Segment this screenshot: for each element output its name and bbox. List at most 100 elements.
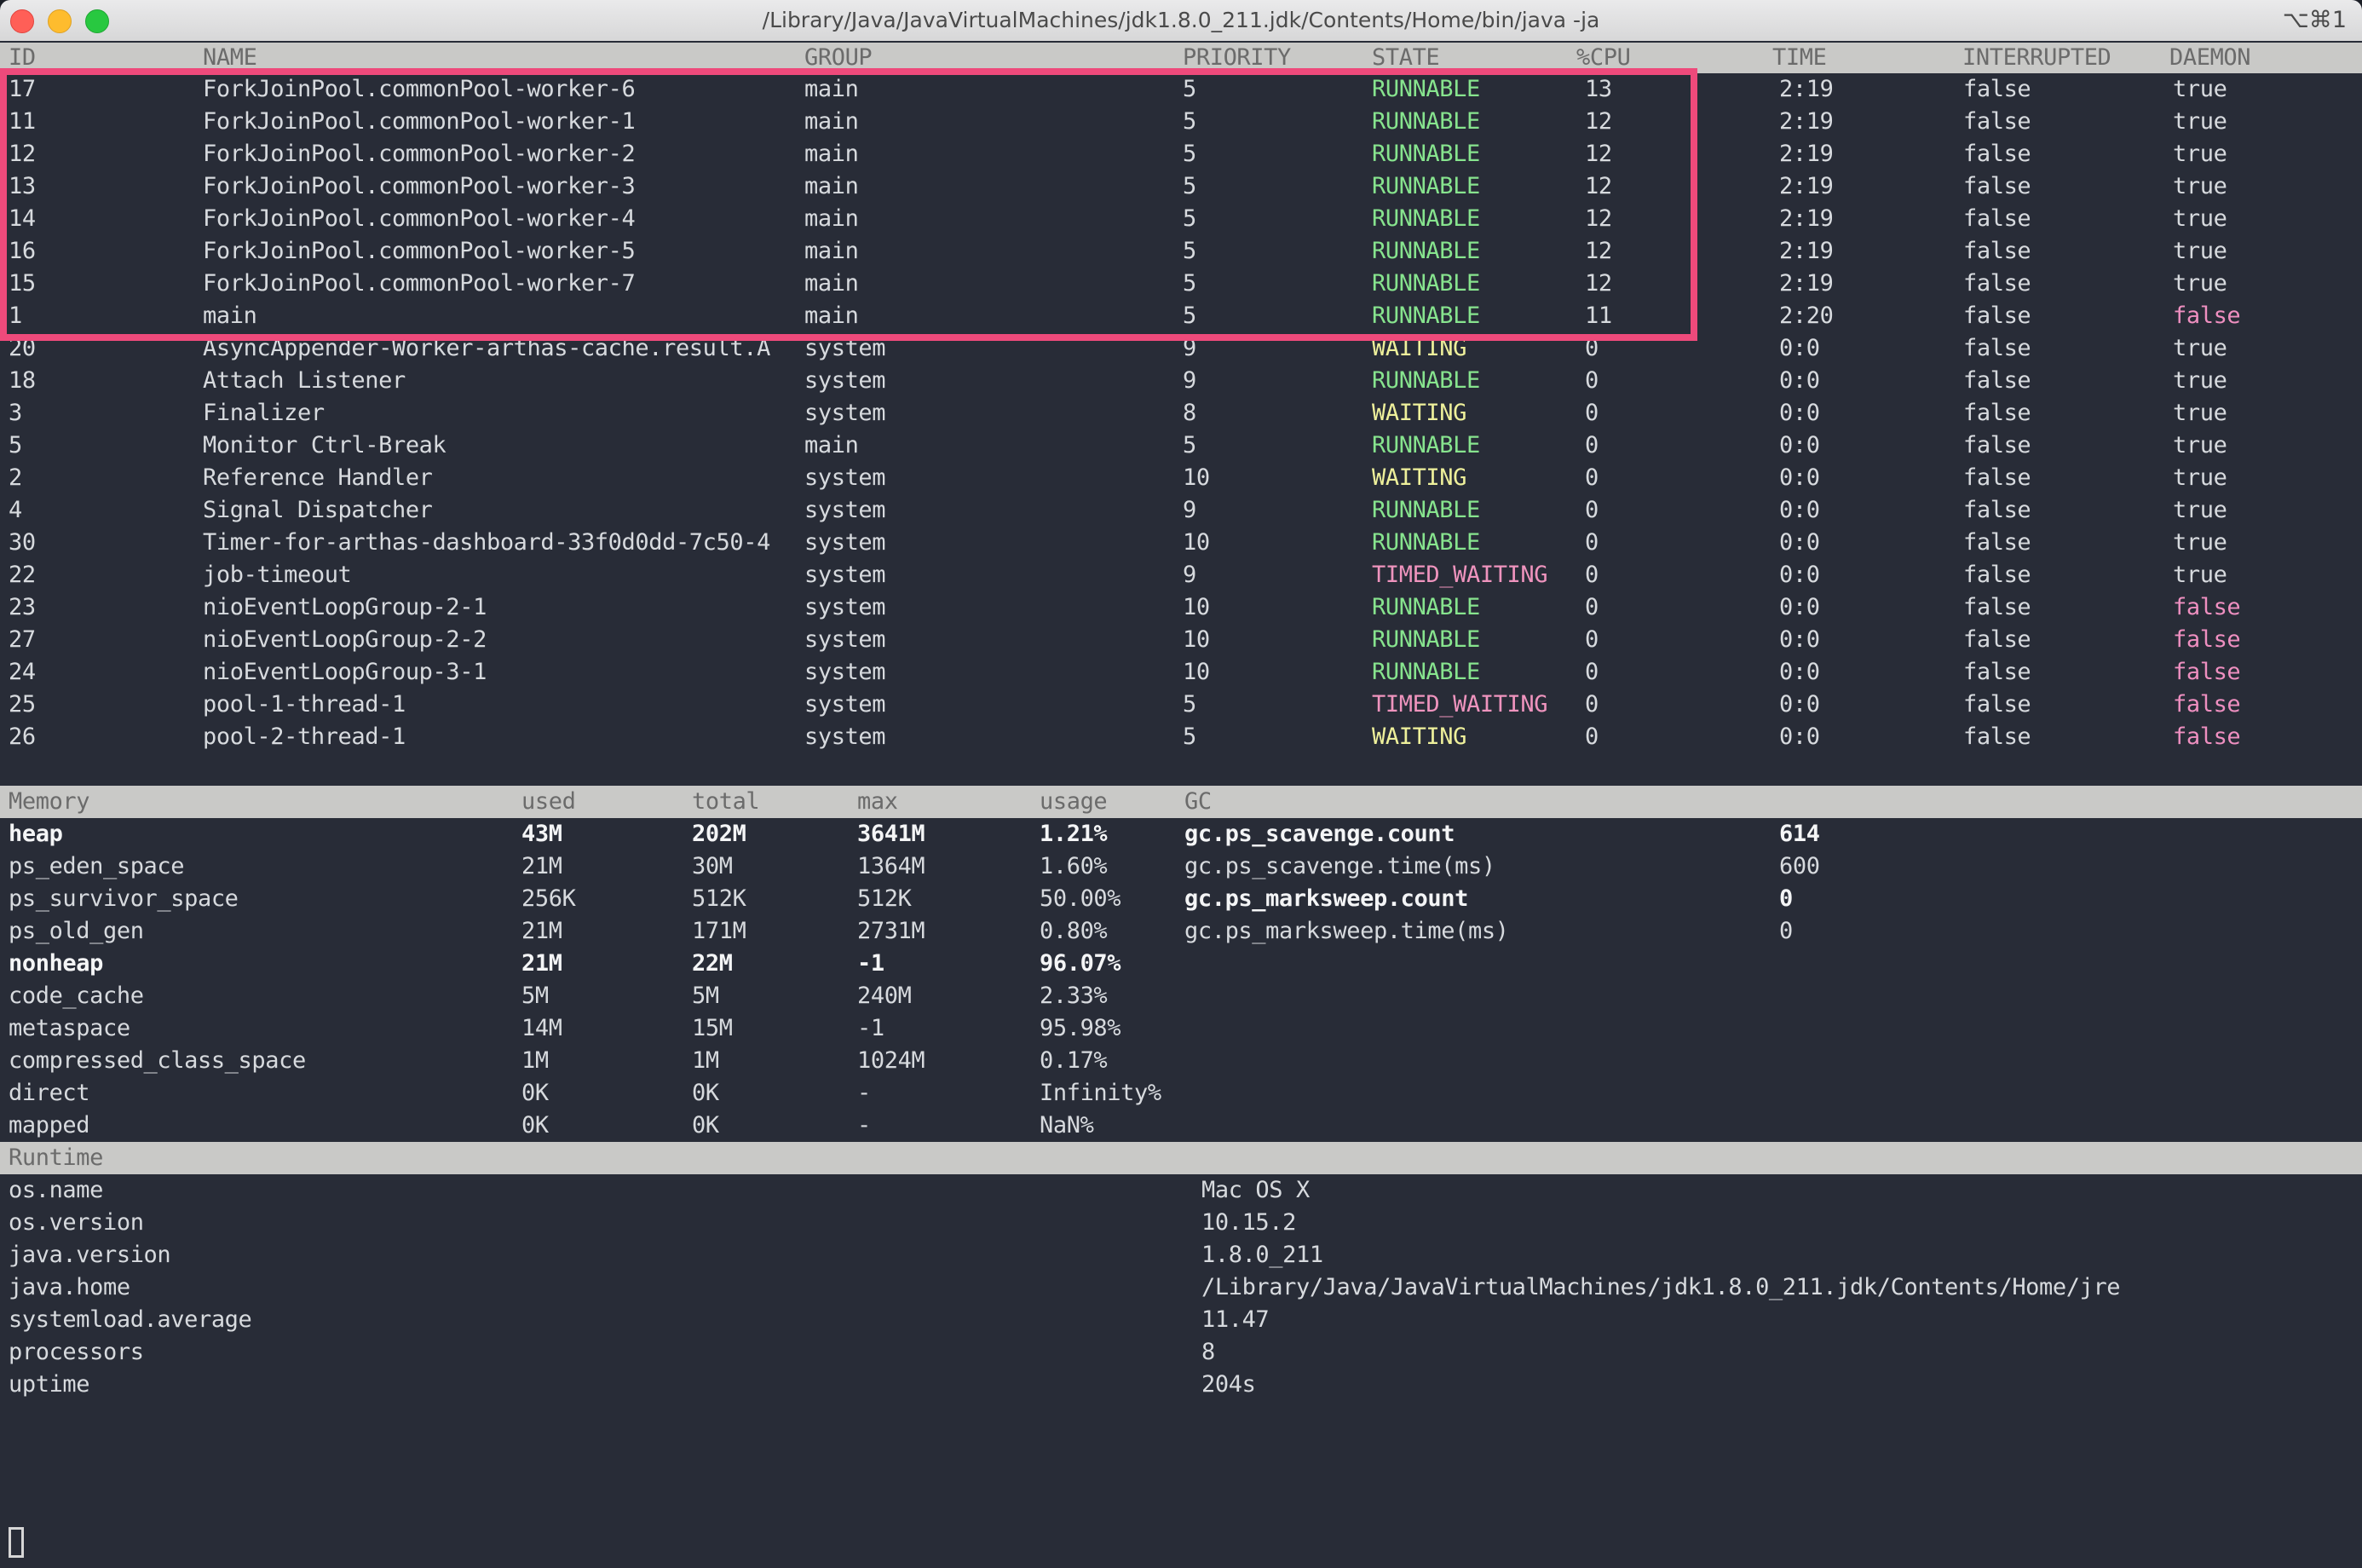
- thread-cpu: 12: [1585, 203, 1612, 235]
- thread-time: 2:19: [1779, 73, 1833, 106]
- runtime-row: uptime204s: [0, 1369, 2362, 1401]
- memory-row: nonheap21M22M-196.07%: [0, 948, 2362, 980]
- runtime-row: os.nameMac OS X: [0, 1174, 2362, 1207]
- thread-row: 22job-timeoutsystem9TIMED_WAITING00:0fal…: [0, 559, 2362, 591]
- column-header-daemon: DAEMON: [2169, 43, 2250, 73]
- thread-interrupted: false: [1963, 203, 2031, 235]
- thread-name: Reference Handler: [203, 462, 433, 494]
- thread-state: RUNNABLE: [1372, 138, 1480, 170]
- thread-time: 0:0: [1779, 591, 1820, 624]
- thread-id: 23: [9, 591, 36, 624]
- thread-daemon: true: [2173, 397, 2227, 429]
- thread-group: system: [804, 721, 885, 753]
- thread-cpu: 0: [1585, 429, 1599, 462]
- thread-time: 2:19: [1779, 235, 1833, 268]
- thread-row: 2Reference Handlersystem10WAITING00:0fal…: [0, 462, 2362, 494]
- thread-interrupted: false: [1963, 656, 2031, 689]
- thread-daemon: true: [2173, 429, 2227, 462]
- thread-name: nioEventLoopGroup-2-1: [203, 591, 487, 624]
- thread-cpu: 0: [1585, 689, 1599, 721]
- thread-name: Finalizer: [203, 397, 325, 429]
- thread-daemon: true: [2173, 494, 2227, 527]
- thread-group: main: [804, 429, 858, 462]
- thread-name: AsyncAppender-Worker-arthas-cache.result…: [203, 332, 770, 365]
- runtime-property-value: 10.15.2: [1201, 1207, 1296, 1239]
- thread-group: system: [804, 527, 885, 559]
- thread-state: RUNNABLE: [1372, 106, 1480, 138]
- column-header-total: total: [692, 786, 759, 818]
- window-titlebar[interactable]: /Library/Java/JavaVirtualMachines/jdk1.8…: [0, 0, 2362, 43]
- thread-daemon: false: [2173, 624, 2240, 656]
- thread-row: 30Timer-for-arthas-dashboard-33f0d0dd-7c…: [0, 527, 2362, 559]
- thread-state: RUNNABLE: [1372, 170, 1480, 203]
- thread-name: pool-2-thread-1: [203, 721, 406, 753]
- thread-name: ForkJoinPool.commonPool-worker-7: [203, 268, 635, 300]
- thread-cpu: 13: [1585, 73, 1612, 106]
- thread-name: ForkJoinPool.commonPool-worker-1: [203, 106, 635, 138]
- terminal-content: IDNAMEGROUPPRIORITYSTATE%CPUTIMEINTERRUP…: [0, 41, 2362, 1568]
- thread-state: RUNNABLE: [1372, 656, 1480, 689]
- thread-interrupted: false: [1963, 170, 2031, 203]
- memory-pool-name: metaspace: [9, 1012, 130, 1045]
- memory-usage: 0.17%: [1040, 1045, 1107, 1077]
- column-header-usage: usage: [1040, 786, 1107, 818]
- thread-interrupted: false: [1963, 73, 2031, 106]
- thread-time: 0:0: [1779, 462, 1820, 494]
- thread-cpu: 0: [1585, 721, 1599, 753]
- thread-time: 0:0: [1779, 624, 1820, 656]
- thread-id: 30: [9, 527, 36, 559]
- thread-cpu: 12: [1585, 138, 1612, 170]
- column-header-runtime: Runtime: [9, 1142, 103, 1174]
- thread-priority: 9: [1183, 365, 1196, 397]
- thread-priority: 8: [1183, 397, 1196, 429]
- thread-priority: 10: [1183, 462, 1210, 494]
- thread-cpu: 0: [1585, 397, 1599, 429]
- thread-priority: 5: [1183, 721, 1196, 753]
- window-shortcut-badge: ⌥⌘1: [2283, 0, 2347, 41]
- thread-cpu: 0: [1585, 591, 1599, 624]
- column-header-gc: GC: [1184, 786, 1212, 818]
- thread-daemon: true: [2173, 559, 2227, 591]
- thread-name: ForkJoinPool.commonPool-worker-3: [203, 170, 635, 203]
- thread-state: TIMED_WAITING: [1372, 689, 1547, 721]
- thread-interrupted: false: [1963, 429, 2031, 462]
- thread-row: 4Signal Dispatchersystem9RUNNABLE00:0fal…: [0, 494, 2362, 527]
- thread-group: main: [804, 268, 858, 300]
- thread-interrupted: false: [1963, 591, 2031, 624]
- terminal-cursor[interactable]: [9, 1527, 24, 1558]
- thread-priority: 5: [1183, 268, 1196, 300]
- gc-metric-value: 0: [1779, 915, 1793, 948]
- memory-row: compressed_class_space1M1M1024M0.17%: [0, 1045, 2362, 1077]
- memory-used: 14M: [521, 1012, 562, 1045]
- memory-row: mapped0K0K-NaN%: [0, 1110, 2362, 1142]
- runtime-property-name: java.version: [9, 1239, 170, 1271]
- runtime-property-value: /Library/Java/JavaVirtualMachines/jdk1.8…: [1201, 1271, 2120, 1304]
- thread-daemon: true: [2173, 203, 2227, 235]
- thread-interrupted: false: [1963, 300, 2031, 332]
- column-header-max: max: [857, 786, 898, 818]
- column-header-state: STATE: [1372, 43, 1439, 73]
- runtime-property-value: 11.47: [1201, 1304, 1269, 1336]
- runtime-property-value: 204s: [1201, 1369, 1255, 1401]
- thread-group: main: [804, 235, 858, 268]
- thread-daemon: false: [2173, 300, 2240, 332]
- thread-id: 25: [9, 689, 36, 721]
- gc-metric-name: gc.ps_marksweep.count: [1184, 883, 1468, 915]
- thread-daemon: true: [2173, 73, 2227, 106]
- memory-used: 0K: [521, 1110, 549, 1142]
- thread-time: 0:0: [1779, 332, 1820, 365]
- thread-daemon: true: [2173, 235, 2227, 268]
- thread-name: Signal Dispatcher: [203, 494, 433, 527]
- thread-state: RUNNABLE: [1372, 494, 1480, 527]
- thread-daemon: false: [2173, 656, 2240, 689]
- thread-name: nioEventLoopGroup-3-1: [203, 656, 487, 689]
- thread-id: 18: [9, 365, 36, 397]
- thread-priority: 10: [1183, 624, 1210, 656]
- memory-total: 5M: [692, 980, 719, 1012]
- memory-pool-name: code_cache: [9, 980, 144, 1012]
- gc-row: gc.ps_scavenge.count614: [0, 818, 2362, 850]
- memory-pool-name: compressed_class_space: [9, 1045, 306, 1077]
- window-title: /Library/Java/JavaVirtualMachines/jdk1.8…: [0, 0, 2362, 41]
- thread-interrupted: false: [1963, 332, 2031, 365]
- thread-id: 15: [9, 268, 36, 300]
